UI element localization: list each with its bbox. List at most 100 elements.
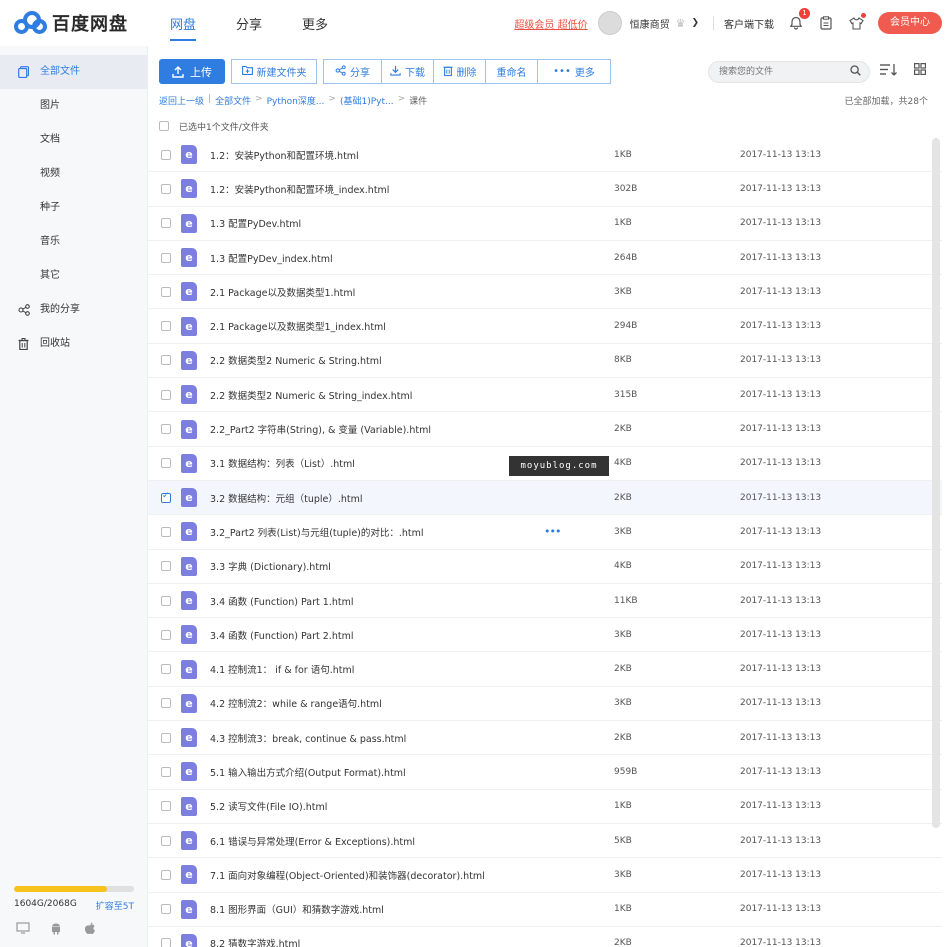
row-checkbox[interactable] [161, 629, 171, 640]
row-checkbox[interactable] [161, 389, 171, 400]
sidebar-item-videos[interactable]: 视频 [0, 157, 147, 191]
select-all-checkbox[interactable] [159, 121, 169, 131]
grid-view-icon[interactable] [914, 63, 927, 80]
row-checkbox[interactable] [161, 835, 171, 846]
file-name[interactable]: 3.2 数据结构：元组（tuple）.html [210, 491, 544, 505]
breadcrumb-basics-folder[interactable]: (基础1)Pyt... [340, 94, 394, 107]
sidebar-item-other[interactable]: 其它 [0, 259, 147, 293]
file-name[interactable]: 1.3 配置PyDev_index.html [210, 251, 544, 265]
row-more-icon[interactable]: ••• [544, 525, 614, 538]
row-checkbox[interactable] [161, 561, 171, 572]
sidebar-item-torrents[interactable]: 种子 [0, 191, 147, 225]
file-name[interactable]: 4.3 控制流3：break, continue & pass.html [210, 731, 544, 745]
row-checkbox[interactable] [161, 321, 171, 332]
client-download-link[interactable]: 客户端下载 [724, 16, 774, 31]
breadcrumb-back[interactable]: 返回上一级 [159, 94, 204, 107]
table-row[interactable]: e 3.4 函数 (Function) Part 1.html 11KB 2017-1… [148, 584, 942, 619]
table-row[interactable]: e 2.2 数据类型2 Numeric & String_index.html 31… [148, 378, 942, 413]
file-name[interactable]: 4.2 控制流2：while & range语句.html [210, 696, 544, 710]
file-name[interactable]: 2.1 Package以及数据类型1.html [210, 285, 544, 299]
chevron-down-icon[interactable]: ❯ [691, 18, 699, 28]
breadcrumb-all-files[interactable]: 全部文件 [215, 94, 251, 107]
file-name[interactable]: 3.4 函数 (Function) Part 1.html [210, 594, 544, 608]
table-row[interactable]: e 3.4 函数 (Function) Part 2.html 3KB 2017-11… [148, 618, 942, 653]
row-checkbox[interactable] [161, 801, 171, 812]
row-checkbox[interactable] [161, 938, 171, 947]
file-name[interactable]: 5.1 输入输出方式介绍(Output Format).html [210, 765, 544, 779]
table-row[interactable]: e 1.3 配置PyDev_index.html 264B 2017-11-13 13… [148, 241, 942, 276]
logo[interactable]: 百度网盘 [14, 10, 128, 36]
delete-button[interactable]: 删除 [433, 59, 485, 84]
table-row[interactable]: e 3.3 字典 (Dictionary).html 4KB 2017-11-13 1… [148, 550, 942, 584]
scrollbar[interactable] [932, 138, 940, 828]
table-row[interactable]: e 2.1 Package以及数据类型1_index.html 294B 2017-1… [148, 309, 942, 344]
table-row[interactable]: e 1.2：安装Python和配置环境_index.html 302B 2017-11… [148, 172, 942, 207]
file-name[interactable]: 2.1 Package以及数据类型1_index.html [210, 319, 544, 333]
sidebar-item-all-files[interactable]: 全部文件 [0, 55, 147, 89]
row-checkbox[interactable] [161, 424, 171, 435]
table-row[interactable]: e 5.1 输入输出方式介绍(Output Format).html 959B 201… [148, 755, 942, 790]
apple-icon[interactable] [84, 922, 100, 938]
row-checkbox[interactable] [161, 183, 171, 194]
row-checkbox[interactable] [161, 526, 171, 537]
table-row[interactable]: e 4.2 控制流2：while & range语句.html 3KB 2017-11… [148, 687, 942, 722]
row-checkbox[interactable] [161, 218, 171, 229]
table-row[interactable]: e 2.2_Part2 字符串(String), & 变量 (Variable).… [148, 412, 942, 447]
expand-storage-link[interactable]: 扩容至5T [96, 899, 134, 912]
desktop-icon[interactable] [16, 922, 32, 938]
file-name[interactable]: 1.2：安装Python和配置环境_index.html [210, 182, 544, 196]
table-row[interactable]: e 3.2 数据结构：元组（tuple）.html 2KB 2017-11-13 13… [148, 480, 942, 516]
table-row[interactable]: e 2.1 Package以及数据类型1.html 3KB 2017-11-13 13… [148, 275, 942, 310]
row-checkbox[interactable] [161, 458, 171, 469]
share-button[interactable]: 分享 [323, 59, 381, 84]
row-checkbox[interactable] [161, 491, 171, 503]
file-name[interactable]: 8.2 猜数字游戏.html [210, 936, 544, 947]
file-name[interactable]: 8.1 图形界面（GUI）和猜数字游戏.html [210, 902, 544, 916]
file-name[interactable]: 4.1 控制流1： if & for 语句.html [210, 662, 544, 676]
svip-promo-link[interactable]: 超级会员 超低价 [514, 16, 587, 31]
upload-button[interactable]: 上传 [159, 59, 225, 84]
file-name[interactable]: 7.1 面向对象编程(Object-Oriented)和装饰器(decorato… [210, 868, 544, 882]
file-name[interactable]: 2.2 数据类型2 Numeric & String.html [210, 353, 544, 367]
row-checkbox[interactable] [161, 698, 171, 709]
table-row[interactable]: e 8.2 猜数字游戏.html 2KB 2017-11-13 13:13 [148, 927, 942, 947]
row-checkbox[interactable] [161, 252, 171, 263]
row-checkbox[interactable] [161, 355, 171, 366]
row-checkbox[interactable] [161, 286, 171, 297]
table-row[interactable]: e 1.2：安装Python和配置环境.html 1KB 2017-11-13 13:… [148, 138, 942, 173]
row-checkbox[interactable] [161, 904, 171, 915]
search-input[interactable] [719, 62, 849, 82]
file-name[interactable]: 3.3 字典 (Dictionary).html [210, 559, 544, 573]
nav-share[interactable]: 分享 [236, 14, 262, 40]
nav-more[interactable]: 更多 [302, 14, 328, 40]
row-checkbox[interactable] [161, 664, 171, 675]
breadcrumb-python-folder[interactable]: Python深度... [267, 94, 325, 107]
table-row[interactable]: e 4.1 控制流1： if & for 语句.html 2KB 2017-11-13… [148, 652, 942, 687]
new-folder-button[interactable]: 新建文件夹 [231, 59, 317, 84]
table-row[interactable]: e 2.2 数据类型2 Numeric & String.html 8KB 2017-… [148, 344, 942, 379]
file-name[interactable]: 3.1 数据结构：列表（List）.html [210, 456, 544, 470]
download-button[interactable]: 下载 [381, 59, 433, 84]
table-row[interactable]: e 6.1 错误与异常处理(Error & Exceptions).html 5KB… [148, 824, 942, 859]
table-row[interactable]: e 4.3 控制流3：break, continue & pass.html 2KB… [148, 721, 942, 756]
nav-netdisk[interactable]: 网盘 [170, 14, 197, 41]
file-name[interactable]: 6.1 错误与异常处理(Error & Exceptions).html [210, 834, 544, 848]
table-row[interactable]: e 1.3 配置PyDev.html 1KB 2017-11-13 13:13 [148, 207, 942, 241]
file-name[interactable]: 5.2 读写文件(File IO).html [210, 799, 544, 813]
row-checkbox[interactable] [161, 595, 171, 606]
row-checkbox[interactable] [161, 149, 171, 160]
username[interactable]: 恒康商贸 [630, 16, 670, 31]
row-checkbox[interactable] [161, 766, 171, 777]
sidebar-item-images[interactable]: 图片 [0, 89, 147, 123]
tshirt-icon[interactable] [848, 13, 866, 31]
clipboard-icon[interactable] [818, 15, 834, 31]
more-button[interactable]: ••• 更多 [537, 59, 611, 84]
file-name[interactable]: 1.3 配置PyDev.html [210, 216, 544, 230]
android-icon[interactable] [50, 922, 66, 938]
row-checkbox[interactable] [161, 732, 171, 743]
sidebar-item-music[interactable]: 音乐 [0, 225, 147, 259]
bell-icon[interactable]: 1 [788, 8, 810, 31]
vip-center-button[interactable]: 会员中心 [878, 12, 942, 34]
file-name[interactable]: 3.2_Part2 列表(List)与元组(tuple)的对比：.html [210, 525, 544, 539]
table-row[interactable]: e 8.1 图形界面（GUI）和猜数字游戏.html 1KB 2017-11-13 1… [148, 893, 942, 927]
